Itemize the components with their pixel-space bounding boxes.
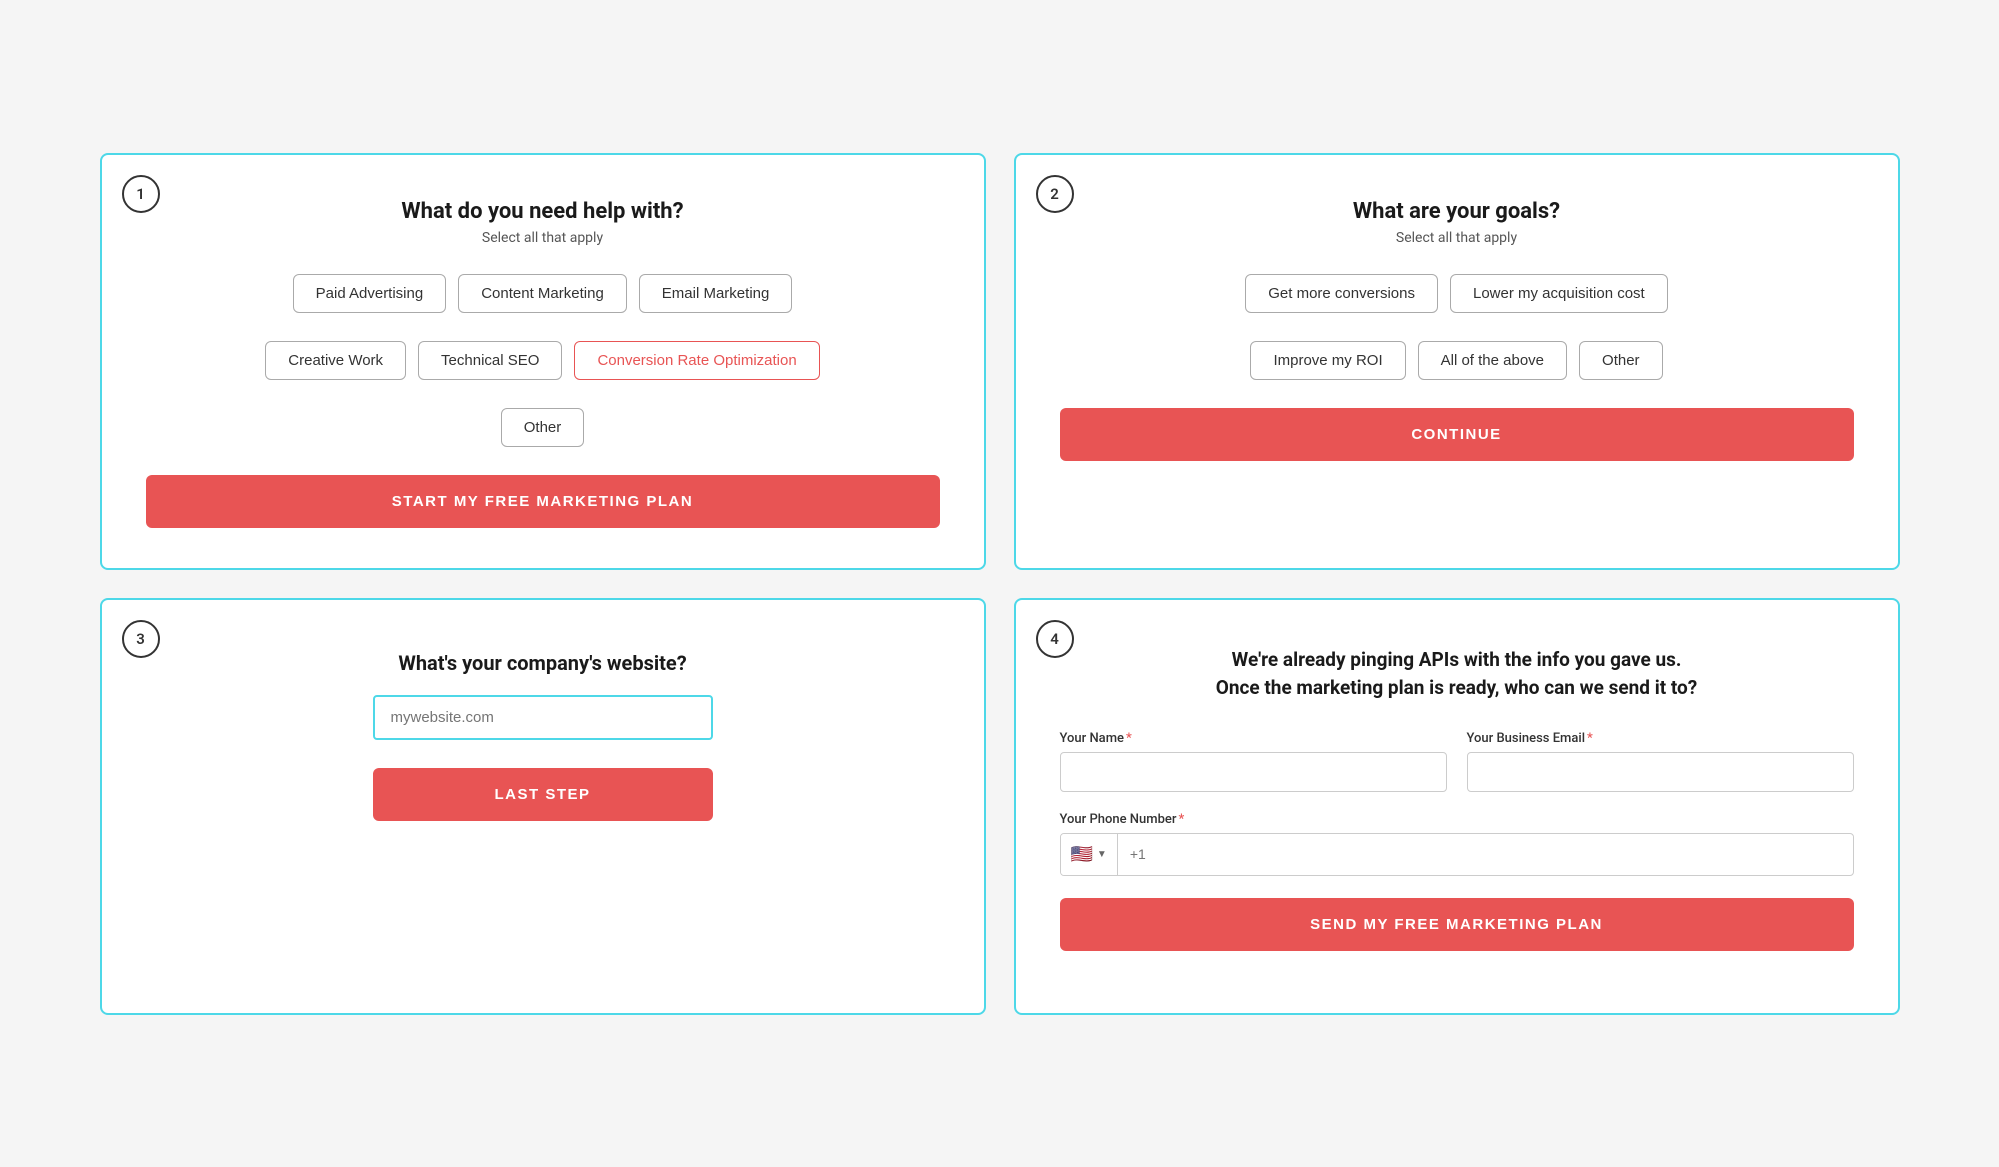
option-paid-advertising[interactable]: Paid Advertising <box>293 274 447 313</box>
option-cro[interactable]: Conversion Rate Optimization <box>574 341 819 380</box>
email-label: Your Business Email* <box>1467 731 1854 746</box>
card-step-1: 1 What do you need help with? Select all… <box>100 153 986 570</box>
step-badge-3: 3 <box>122 620 160 658</box>
phone-label: Your Phone Number* <box>1060 812 1854 827</box>
card2-cta-button[interactable]: CONTINUE <box>1060 408 1854 461</box>
name-label: Your Name* <box>1060 731 1447 746</box>
phone-row: 🇺🇸 ▼ <box>1060 833 1854 876</box>
name-group: Your Name* <box>1060 731 1447 792</box>
phone-input[interactable] <box>1118 836 1853 872</box>
card2-options-row2: Improve my ROI All of the above Other <box>1060 341 1854 380</box>
name-input[interactable] <box>1060 752 1447 792</box>
card1-options-row3: Other <box>146 408 940 447</box>
option-improve-roi[interactable]: Improve my ROI <box>1250 341 1405 380</box>
step-badge-4: 4 <box>1036 620 1074 658</box>
main-grid: 1 What do you need help with? Select all… <box>100 153 1900 1015</box>
card1-options-row2: Creative Work Technical SEO Conversion R… <box>146 341 940 380</box>
card2-options-row1: Get more conversions Lower my acquisitio… <box>1060 274 1854 313</box>
option-technical-seo[interactable]: Technical SEO <box>418 341 562 380</box>
card-step-4: 4 We're already pinging APIs with the in… <box>1014 598 1900 1015</box>
card3-question: What's your company's website? <box>398 651 686 675</box>
option-email-marketing[interactable]: Email Marketing <box>639 274 793 313</box>
option-all-above[interactable]: All of the above <box>1418 341 1567 380</box>
card1-title: What do you need help with? <box>146 199 940 224</box>
card2-title: What are your goals? <box>1060 199 1854 224</box>
phone-flag-selector[interactable]: 🇺🇸 ▼ <box>1061 834 1118 875</box>
step-badge-1: 1 <box>122 175 160 213</box>
step-badge-2: 2 <box>1036 175 1074 213</box>
card2-subtitle: Select all that apply <box>1060 230 1854 246</box>
card3-inner: What's your company's website? LAST STEP <box>146 636 940 836</box>
option-creative-work[interactable]: Creative Work <box>265 341 406 380</box>
card4-cta-button[interactable]: SEND MY FREE MARKETING PLAN <box>1060 898 1854 951</box>
card4-cta-wrap: SEND MY FREE MARKETING PLAN <box>1060 898 1854 951</box>
option-other-1[interactable]: Other <box>501 408 585 447</box>
option-get-more-conversions[interactable]: Get more conversions <box>1245 274 1438 313</box>
card1-options: Paid Advertising Content Marketing Email… <box>146 274 940 313</box>
card3-cta-wrap: LAST STEP <box>373 768 713 821</box>
card1-subtitle: Select all that apply <box>146 230 940 246</box>
option-other-2[interactable]: Other <box>1579 341 1663 380</box>
card4-header: We're already pinging APIs with the info… <box>1060 646 1854 703</box>
form-row-1: Your Name* Your Business Email* <box>1060 731 1854 792</box>
email-input[interactable] <box>1467 752 1854 792</box>
card-step-2: 2 What are your goals? Select all that a… <box>1014 153 1900 570</box>
email-group: Your Business Email* <box>1467 731 1854 792</box>
chevron-down-icon: ▼ <box>1097 849 1107 860</box>
website-input[interactable] <box>373 695 713 740</box>
phone-group: Your Phone Number* 🇺🇸 ▼ <box>1060 812 1854 876</box>
option-content-marketing[interactable]: Content Marketing <box>458 274 627 313</box>
card3-cta-button[interactable]: LAST STEP <box>373 768 713 821</box>
card1-cta-button[interactable]: START MY FREE MARKETING PLAN <box>146 475 940 528</box>
card-step-3: 3 What's your company's website? LAST ST… <box>100 598 986 1015</box>
flag-emoji: 🇺🇸 <box>1071 844 1093 865</box>
option-lower-acquisition[interactable]: Lower my acquisition cost <box>1450 274 1668 313</box>
